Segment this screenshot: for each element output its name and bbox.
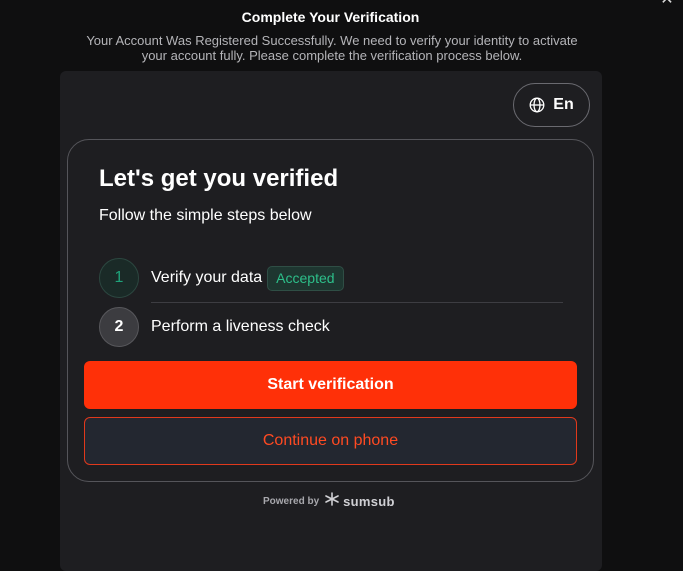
step-label: Perform a liveness check [151,318,330,335]
modal-subtitle: Your Account Was Registered Successfully… [86,33,578,63]
powered-by-label: Powered by [263,495,320,507]
step-number: 2 [99,307,139,347]
step-divider [151,302,563,303]
modal-title: Complete Your Verification [241,9,420,25]
card-subtitle: Follow the simple steps below [99,207,312,224]
step-liveness-check: 2 Perform a liveness check [99,307,330,347]
language-label: En [553,96,574,113]
start-verification-button[interactable]: Start verification [84,361,577,409]
sumsub-logo: sumsub [324,491,395,511]
step-number: 1 [99,258,139,298]
step-label: Verify your data [151,269,263,286]
brand-name: sumsub [343,493,395,509]
close-icon[interactable]: ✕ [657,0,677,8]
sumsub-logo-icon [324,491,340,511]
status-badge: Accepted [267,265,344,291]
language-selector-button[interactable]: En [513,83,590,127]
globe-icon [529,97,545,113]
powered-by: Powered by sumsub [263,491,395,511]
continue-on-phone-button[interactable]: Continue on phone [84,417,577,465]
step-verify-data: 1 Verify your data Accepted [99,258,344,298]
card-title: Let's get you verified [99,165,339,192]
